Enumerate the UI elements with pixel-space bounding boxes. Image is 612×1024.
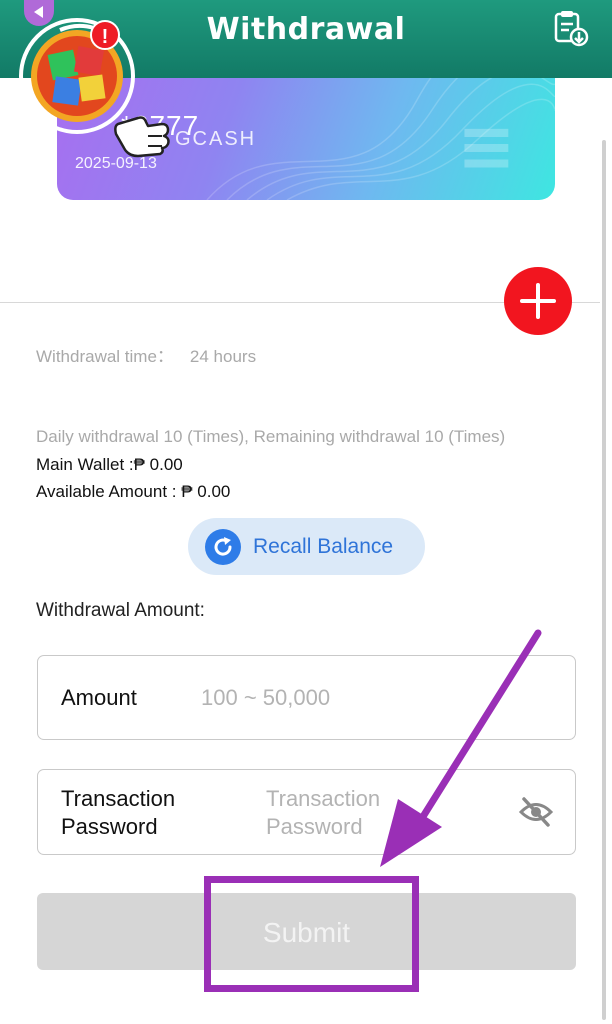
withdrawal-time-value: 24 hours	[189, 347, 257, 366]
withdrawal-amount-heading: Withdrawal Amount:	[36, 600, 205, 621]
scrollbar[interactable]	[602, 140, 606, 1020]
withdrawal-time-row: Withdrawal time： 24 hours	[36, 342, 256, 367]
refresh-icon	[205, 529, 241, 565]
transaction-password-label: Transaction Password	[61, 786, 176, 839]
pointing-hand-icon	[108, 104, 178, 160]
recall-balance-button[interactable]: Recall Balance	[188, 518, 425, 575]
annotation-highlight-box	[204, 876, 419, 992]
svg-text:≡: ≡	[457, 105, 516, 187]
withdrawal-time-label: Withdrawal time：	[36, 347, 174, 366]
alert-badge: !	[90, 20, 120, 50]
add-card-button[interactable]	[504, 267, 572, 335]
recall-balance-label: Recall Balance	[253, 535, 394, 558]
back-arrow-icon	[34, 6, 43, 18]
amount-label: Amount	[61, 685, 137, 710]
clipboard-download-icon[interactable]	[550, 8, 590, 48]
daily-withdrawal-limit: Daily withdrawal 10 (Times), Remaining w…	[36, 427, 506, 446]
main-wallet-balance: Main Wallet :₱ 0.00	[36, 455, 183, 474]
annotation-arrow	[380, 629, 542, 867]
available-amount: Available Amount : ₱ 0.00	[36, 482, 231, 501]
